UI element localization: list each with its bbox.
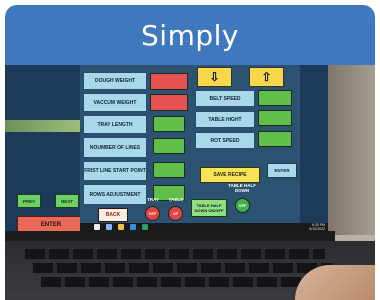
tray-off-button[interactable]: OFF bbox=[145, 206, 160, 221]
save-recipe-button[interactable]: SAVE RECIPE bbox=[200, 167, 260, 183]
indicator-tray-length[interactable] bbox=[153, 116, 185, 132]
table-half-down-toggle[interactable]: TABLE HALF DOWN ON/OFF bbox=[191, 199, 227, 217]
indicator-belt-speed[interactable] bbox=[258, 90, 292, 106]
app-icon[interactable] bbox=[142, 224, 148, 230]
indicator-number-of-lines[interactable] bbox=[153, 138, 185, 154]
label-rot-speed: ROT SPEED bbox=[195, 132, 255, 149]
indicator-table-hight[interactable] bbox=[258, 110, 292, 126]
key-row-1 bbox=[25, 249, 325, 259]
laptop-photo: PREV NEXT ENTER DOUGH WEIGHT VACCUM WEIG… bbox=[5, 65, 375, 300]
taskbar: 6:25 PM 8/10/2022 bbox=[80, 223, 328, 231]
label-table-hight: TABLE HIGHT bbox=[195, 111, 255, 128]
next-button[interactable]: NEXT bbox=[55, 194, 79, 208]
tray-label: TRAY bbox=[147, 197, 159, 202]
indicator-first-line-start[interactable] bbox=[153, 162, 185, 178]
back-button[interactable]: BACK bbox=[98, 208, 128, 222]
search-icon[interactable] bbox=[106, 224, 112, 230]
key-row-3 bbox=[41, 277, 341, 287]
product-card: Simply PREV NEXT ENTER DOUGH WEIGHT VACC… bbox=[0, 0, 380, 300]
laptop-bezel bbox=[5, 231, 335, 241]
indicator-vaccum-weight[interactable] bbox=[150, 94, 188, 111]
arrow-up-icon: ⇧ bbox=[261, 70, 272, 84]
label-dough-weight: DOUGH WEIGHT bbox=[83, 72, 147, 90]
arrow-down-button[interactable]: ⇩ bbox=[197, 67, 232, 87]
indicator-rot-speed[interactable] bbox=[258, 131, 292, 147]
label-belt-speed: BELT SPEED bbox=[195, 90, 255, 107]
header-title: Simply bbox=[141, 19, 239, 52]
laptop-screen: PREV NEXT ENTER DOUGH WEIGHT VACCUM WEIG… bbox=[5, 65, 328, 233]
side-bar-strip bbox=[5, 120, 80, 132]
key-row-2 bbox=[33, 263, 333, 273]
label-first-line-start: FRIST LINE START POINT bbox=[83, 161, 147, 181]
indicator-dough-weight[interactable] bbox=[150, 73, 188, 90]
arrow-up-button[interactable]: ⇧ bbox=[249, 67, 284, 87]
label-number-of-lines: NOUMBER OF LINES bbox=[83, 137, 147, 158]
arrow-down-icon: ⇩ bbox=[209, 70, 220, 84]
table-half-down-label: TABLE HALF DOWN bbox=[228, 183, 256, 193]
browser-icon[interactable] bbox=[130, 224, 136, 230]
half-down-off-button[interactable]: OFF bbox=[235, 198, 250, 213]
header-bar: Simply bbox=[5, 5, 375, 65]
label-tray-length: TRAY LENGTH bbox=[83, 115, 147, 134]
taskbar-clock: 6:25 PM 8/10/2022 bbox=[309, 223, 325, 231]
background-right bbox=[325, 65, 375, 235]
table-label: TABLE bbox=[168, 197, 184, 202]
explorer-icon[interactable] bbox=[118, 224, 124, 230]
label-vaccum-weight: VACCUM WEIGHT bbox=[83, 93, 147, 112]
label-rows-adjustment: ROWS ADJUSTMENT bbox=[83, 184, 147, 205]
enter-button-small[interactable]: ENTER bbox=[267, 163, 297, 178]
prev-button[interactable]: PREV bbox=[17, 194, 41, 208]
windows-start-icon[interactable] bbox=[94, 224, 100, 230]
table-up-button[interactable]: UP bbox=[168, 206, 183, 221]
